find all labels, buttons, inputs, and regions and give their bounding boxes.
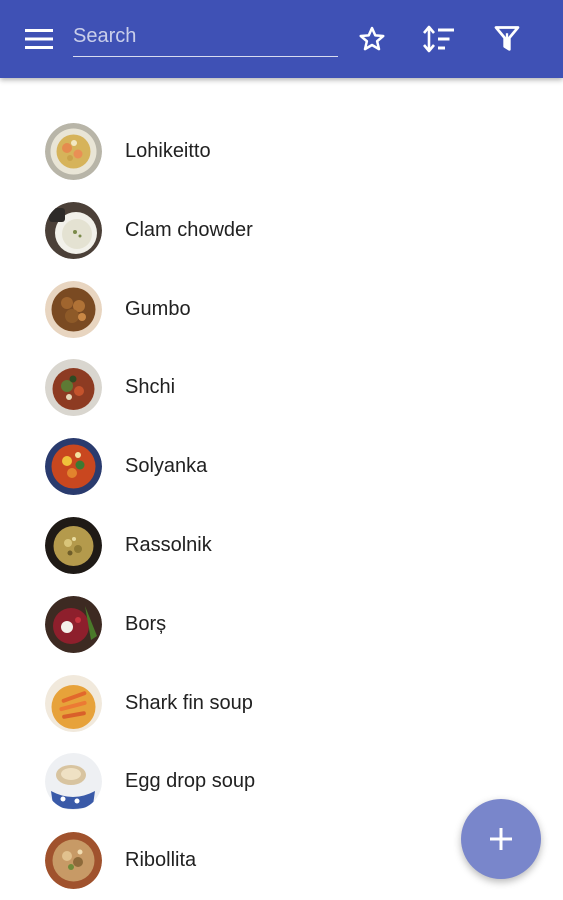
recipe-name: Shchi — [125, 376, 176, 399]
list-item[interactable]: Shark fin soup — [0, 664, 563, 743]
list-item[interactable]: Borș — [0, 585, 563, 664]
recipe-name: Clam chowder — [125, 218, 253, 241]
list-item[interactable]: Lohikeitto — [0, 112, 563, 191]
recipe-name: Solyanka — [125, 455, 208, 478]
sort-icon — [423, 25, 454, 53]
recipe-thumbnail — [45, 595, 102, 653]
recipe-thumbnail — [45, 438, 102, 496]
app-bar — [0, 0, 563, 78]
recipe-name: Gumbo — [125, 297, 191, 320]
recipe-name: Shark fin soup — [125, 691, 253, 714]
favorites-button[interactable] — [353, 20, 391, 58]
list-item[interactable]: Gumbo — [0, 270, 563, 349]
list-item[interactable]: Solyanka — [0, 427, 563, 506]
menu-button[interactable] — [22, 22, 56, 56]
recipe-name: Rassolnik — [125, 533, 212, 556]
search-input[interactable] — [73, 16, 338, 57]
menu-icon — [25, 29, 53, 49]
list-item[interactable]: Rassolnik — [0, 506, 563, 585]
recipe-name: Egg drop soup — [125, 770, 256, 793]
recipe-thumbnail — [45, 201, 102, 259]
recipe-thumbnail — [45, 832, 102, 890]
recipe-name: Lohikeitto — [125, 140, 211, 162]
recipe-thumbnail — [45, 280, 102, 338]
recipe-name: Borș — [125, 612, 167, 635]
recipe-thumbnail — [45, 359, 102, 417]
list-item[interactable]: Clam chowder — [0, 191, 563, 270]
recipe-thumbnail — [45, 516, 102, 574]
add-recipe-button[interactable] — [461, 799, 541, 879]
recipe-list-screen: Lohikeitto Clam chowder — [0, 0, 563, 900]
recipe-name: Ribollita — [125, 849, 197, 872]
recipe-list: Lohikeitto Clam chowder Gumbo Shchi Soly… — [0, 78, 563, 900]
search-bar — [73, 16, 338, 58]
plus-icon — [490, 828, 512, 850]
recipe-thumbnail — [45, 753, 102, 811]
star-outline-icon — [359, 26, 385, 51]
recipe-thumbnail — [45, 123, 102, 180]
sort-button[interactable] — [420, 20, 458, 58]
filter-icon — [494, 26, 520, 51]
list-item[interactable]: Shchi — [0, 348, 563, 427]
filter-button[interactable] — [488, 20, 526, 58]
recipe-thumbnail — [45, 674, 102, 732]
